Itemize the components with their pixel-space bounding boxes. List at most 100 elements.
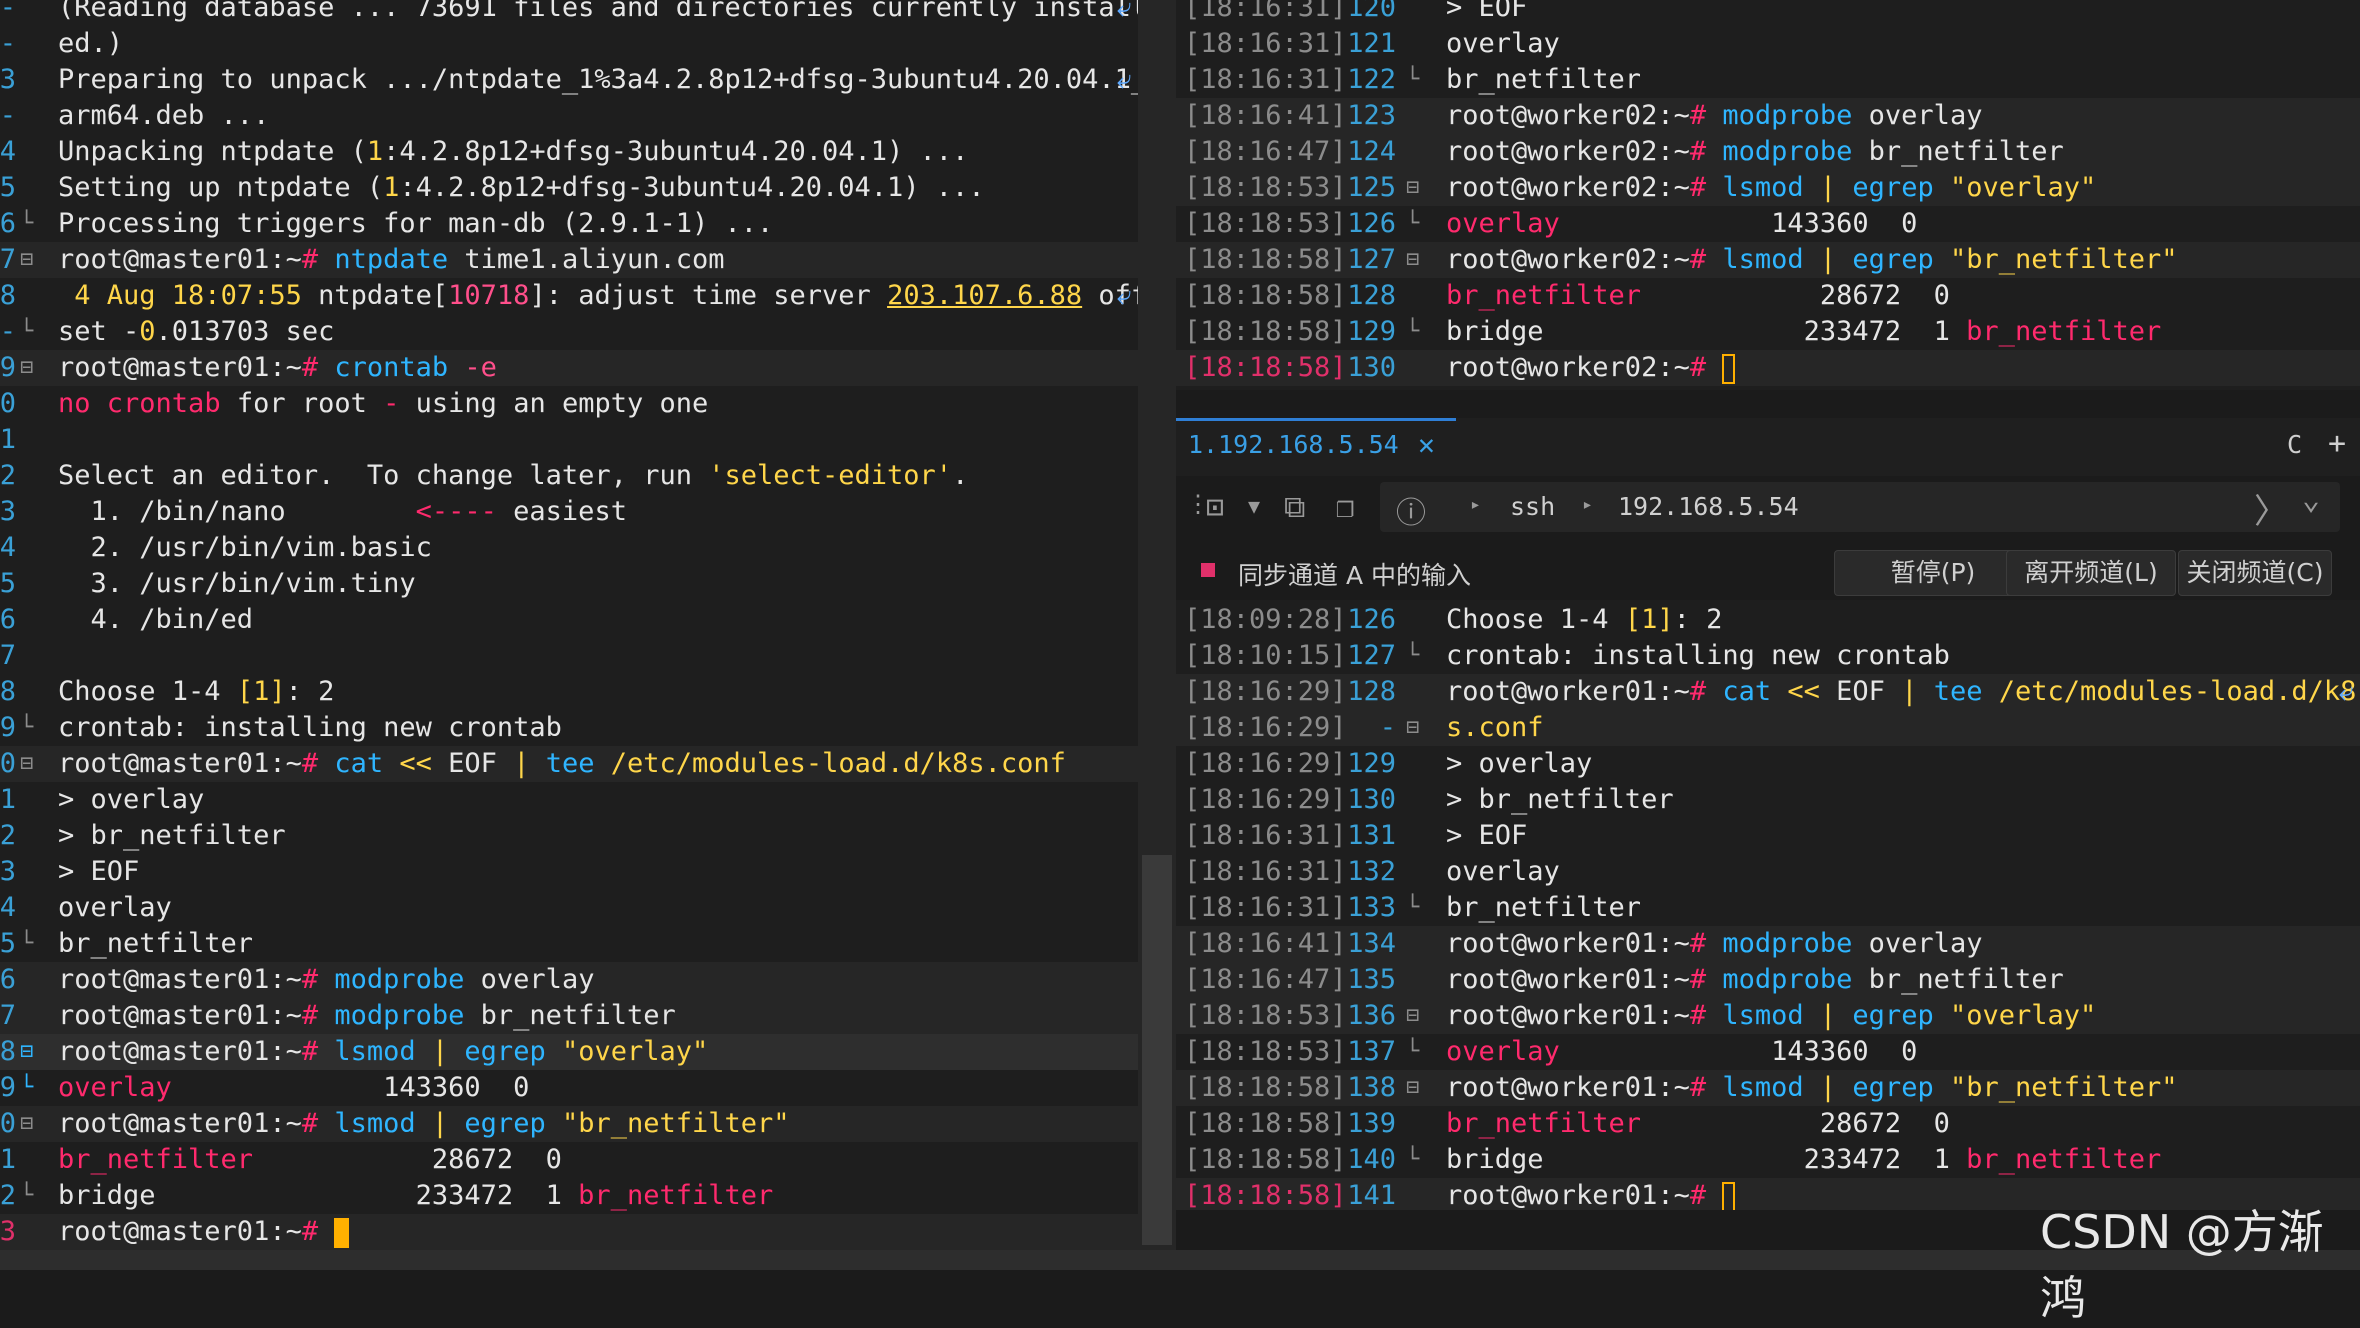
text-segment: lsmod	[1722, 1072, 1804, 1103]
text-segment: root@master01:~	[58, 1108, 302, 1139]
fold-toggle-icon[interactable]: ⊟	[20, 1034, 33, 1070]
text-segment: br_netfilter	[1446, 1108, 1642, 1139]
text-segment: #	[301, 244, 335, 275]
line-number: 127	[1347, 640, 1396, 671]
terminal-line: 2 └ bridge 233472 1 br_netfilter	[0, 1178, 1138, 1214]
new-tab-icon[interactable]: +	[2328, 426, 2346, 461]
fold-toggle-icon[interactable]: ⊟	[20, 242, 33, 278]
line-text: root@master01:~# lsmod | egrep "br_netfi…	[58, 1106, 790, 1142]
close-channel-button[interactable]: 关闭频道(C)	[2178, 550, 2332, 596]
text-segment: 28672 0	[1641, 1108, 1950, 1139]
close-tab-icon[interactable]: ✕	[1418, 428, 1435, 461]
text-segment: |	[1803, 1000, 1853, 1031]
close-session-icon[interactable]: ⧉	[1284, 490, 1305, 525]
line-number: 4	[0, 136, 16, 167]
address-dropdown-icon[interactable]: ⌄	[2302, 482, 2320, 517]
text-segment: modprobe	[334, 964, 465, 995]
terminal-pane-worker02[interactable]: [18:16:31] 120 > EOF [18:16:31] 121 overlay [1…	[1176, 0, 2360, 390]
terminal-pane-master01[interactable]: - (Reading database ... 73691 files and d…	[0, 0, 1138, 1250]
wrap-indicator-icon: ⤶	[1116, 64, 1132, 95]
fold-toggle-icon[interactable]: ⊟	[20, 350, 33, 386]
terminal-line: 6 root@master01:~# modprobe overlay	[0, 962, 1138, 998]
text-segment: "overlay"	[1933, 1000, 2097, 1031]
line-text: br_netfilter	[1446, 890, 1641, 926]
terminal-line: 7 root@master01:~# modprobe br_netfilter	[0, 998, 1138, 1034]
fold-toggle-icon[interactable]: ⊟	[1406, 710, 1419, 746]
fold-end-icon: └	[1406, 895, 1420, 920]
text-segment: (Reading database ... 73691 files and di…	[58, 0, 1138, 23]
line-number: -	[0, 28, 16, 59]
fold-toggle-icon[interactable]: ⊟	[1406, 170, 1419, 206]
terminal-line: [18:18:58] 138 ⊟ root@worker01:~# lsmod | e…	[1176, 1070, 2360, 1106]
line-number: 137	[1347, 1036, 1396, 1067]
text-segment: :4.2.8p12+dfsg-3ubuntu4.20.04.1) ...	[399, 172, 985, 203]
text-segment: "br_netfilter"	[1933, 1072, 2178, 1103]
scrollbar-thumb[interactable]	[1142, 855, 1172, 1245]
text-segment: > EOF	[1446, 820, 1528, 851]
line-timestamp: [18:18:53]	[1184, 1000, 1347, 1031]
text-segment: br_netfilter	[1852, 964, 2064, 995]
forward-icon[interactable]: 〉	[2254, 484, 2288, 533]
fold-toggle-icon[interactable]: ⊟	[1406, 242, 1419, 278]
text-segment: 1. /bin/nano	[58, 496, 416, 527]
text-segment: #	[1689, 100, 1723, 131]
line-text: root@master01:~# cat << EOF | tee /etc/m…	[58, 746, 1066, 782]
info-icon[interactable]: ⓘ	[1396, 488, 1426, 532]
terminal-line: 2 Select an editor. To change later, run …	[0, 458, 1138, 494]
terminal-line: - └ set -0.013703 sec	[0, 314, 1138, 350]
terminal-line: 1 > overlay	[0, 782, 1138, 818]
terminal-line: [18:16:29] 128 root@worker01:~# cat << EOF…	[1176, 674, 2360, 710]
line-number: 2	[0, 460, 16, 491]
line-text: overlay 143360 0	[58, 1070, 529, 1106]
line-text: root@worker02:~# modprobe br_netfilter	[1446, 134, 2064, 170]
text-segment: 10718	[448, 280, 530, 311]
terminal-line: 8 ⊟ root@master01:~# lsmod | egrep "overla…	[0, 1034, 1138, 1070]
duplicate-session-icon[interactable]: ❐	[1336, 490, 1354, 525]
line-timestamp: [18:18:53]	[1184, 172, 1347, 203]
fold-toggle-icon[interactable]: ⊟	[20, 746, 33, 782]
pause-button[interactable]: 暂停(P)	[1834, 550, 2032, 596]
text-segment: ]	[1657, 604, 1674, 635]
new-session-icon[interactable]: ⊡	[1206, 490, 1224, 525]
terminal-line: [18:16:29] 129 > overlay	[1176, 746, 2360, 782]
text-segment: overlay	[1446, 1036, 1560, 1067]
text-segment: :4.2.8p12+dfsg-3ubuntu4.20.04.1) ...	[383, 136, 969, 167]
text-segment: |	[513, 748, 546, 779]
line-text: > br_netfilter	[58, 818, 286, 854]
text-segment: 4. /bin/ed	[58, 604, 254, 635]
text-segment: > overlay	[58, 784, 205, 815]
line-number: 0	[0, 748, 16, 779]
text-segment: root@master01:~	[58, 1036, 302, 1067]
line-text: Choose 1-4 [1]: 2	[58, 674, 334, 710]
line-timestamp: [18:16:29]	[1184, 676, 1347, 707]
terminal-pane-worker01[interactable]: [18:09:28] 126 Choose 1-4 [1]: 2 [18:10:15]…	[1176, 600, 2360, 1210]
line-timestamp: [18:18:58]	[1184, 1072, 1347, 1103]
line-text: overlay 143360 0	[1446, 206, 1917, 242]
text-segment: root@worker01:~	[1446, 928, 1690, 959]
terminal-line: 7 ⊟ root@master01:~# ntpdate time1.aliyun.…	[0, 242, 1138, 278]
text-segment: Choose 1-4	[1446, 604, 1625, 635]
text-segment: #	[1689, 172, 1723, 203]
chevron-down-icon[interactable]: ▼	[1248, 494, 1260, 518]
tab-c-button[interactable]: C	[2287, 430, 2302, 459]
text-segment: <<	[383, 748, 449, 779]
text-segment: |	[1803, 1072, 1853, 1103]
text-segment: br_netfilter	[578, 1180, 774, 1211]
fold-toggle-icon[interactable]: ⊟	[1406, 998, 1419, 1034]
line-timestamp: [18:18:58]	[1184, 1180, 1347, 1210]
text-segment: : 2	[1673, 604, 1723, 635]
text-segment: egrep	[1852, 172, 1934, 203]
leave-channel-button[interactable]: 离开频道(L)	[2006, 550, 2176, 596]
fold-end-icon: └	[1406, 1147, 1420, 1172]
text-segment: egrep	[464, 1108, 546, 1139]
terminal-line: 3 1. /bin/nano <---- easiest	[0, 494, 1138, 530]
fold-toggle-icon[interactable]: ⊟	[20, 1106, 33, 1142]
text-segment: overlay	[1446, 856, 1560, 887]
line-number: 9	[0, 712, 16, 743]
fold-toggle-icon[interactable]: ⊟	[1406, 1070, 1419, 1106]
line-timestamp: [18:09:28]	[1184, 604, 1347, 635]
text-segment: #	[1689, 244, 1723, 275]
text-segment: root@worker01:~	[1446, 1180, 1690, 1210]
line-text: root@worker02:~# lsmod | egrep "overlay"	[1446, 170, 2096, 206]
session-tab-title[interactable]: 1.192.168.5.54	[1188, 430, 1399, 459]
